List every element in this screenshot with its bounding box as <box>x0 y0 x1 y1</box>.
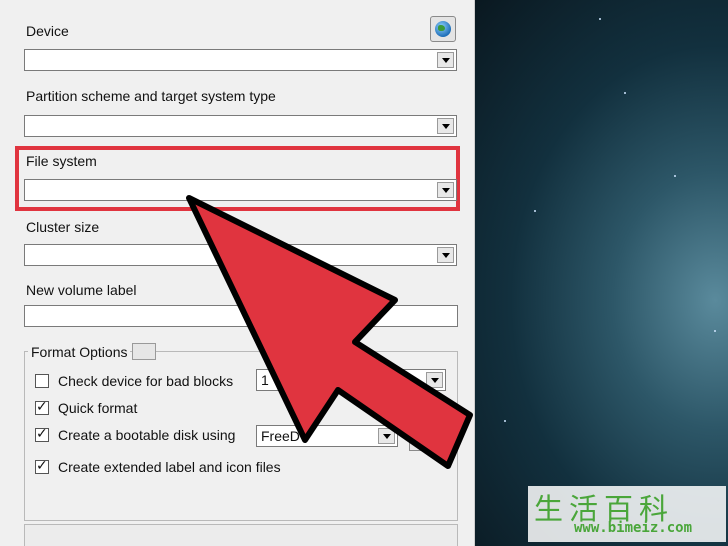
red-arrow-pointer <box>186 195 473 469</box>
red-arrow-shape <box>186 195 473 469</box>
watermark-url: www.bimeiz.com <box>574 520 693 536</box>
watermark: 生活百科 www.bimeiz.com <box>528 486 726 542</box>
